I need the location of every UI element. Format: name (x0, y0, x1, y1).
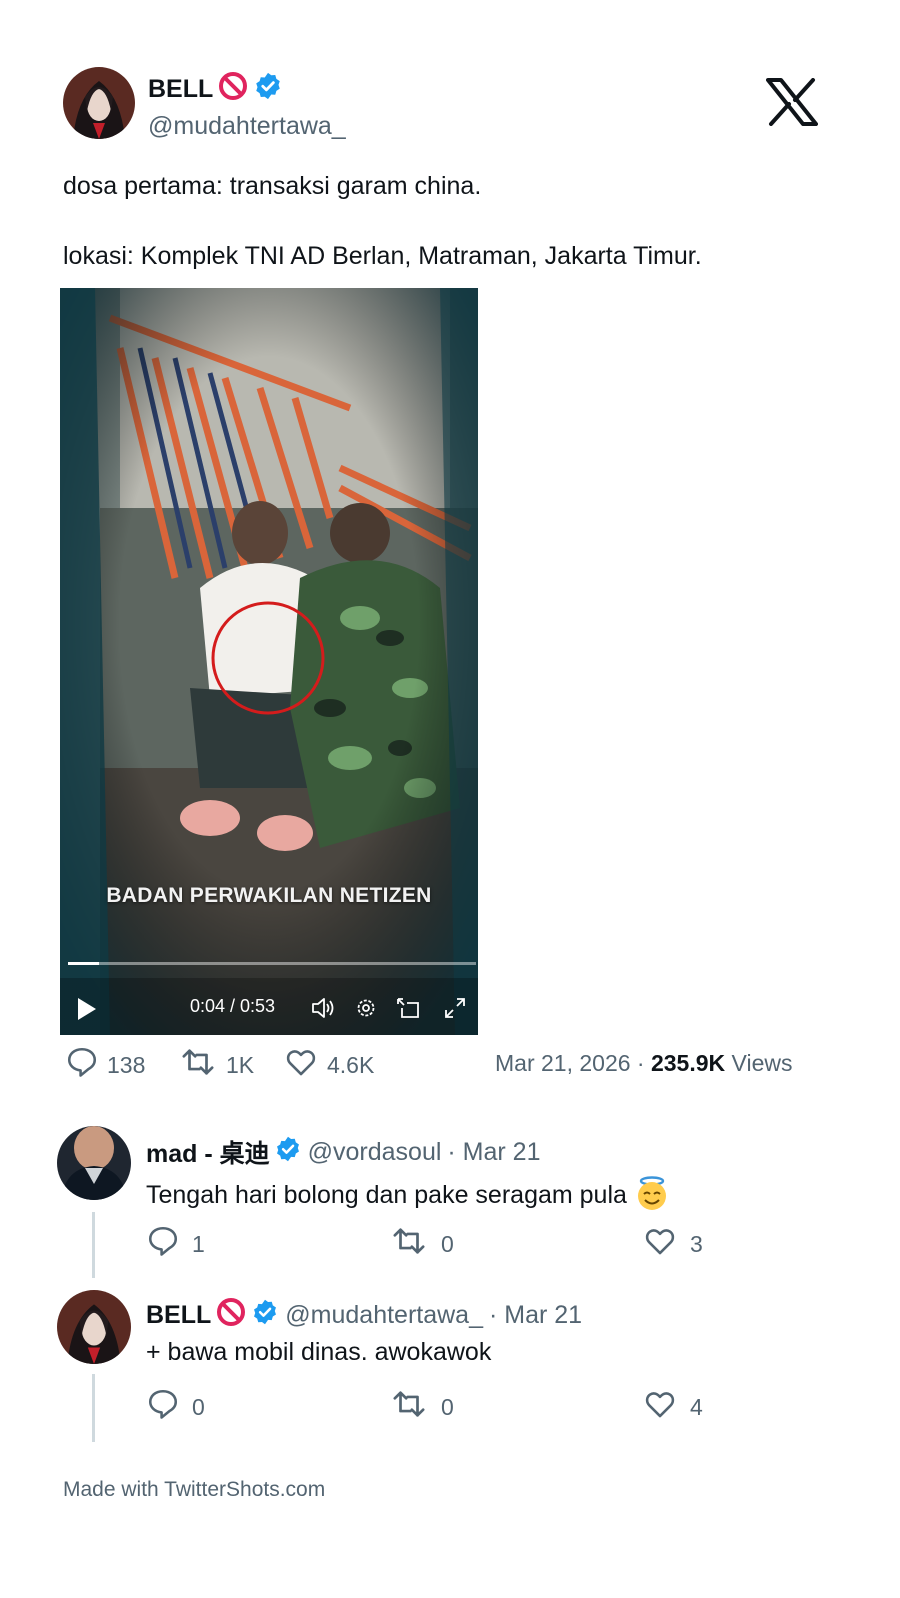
author-handle[interactable]: @mudahtertawa_ (148, 112, 346, 141)
reply-author-name[interactable]: BELL (146, 1296, 279, 1335)
prohibited-icon (215, 1296, 247, 1335)
verified-badge-icon (251, 1298, 279, 1333)
reply-author-name-text: BELL (146, 1301, 212, 1329)
reply-text-content: Tengah hari bolong dan pake seragam pula (146, 1181, 627, 1210)
reply-text: Tengah hari bolong dan pake seragam pula (146, 1175, 670, 1218)
retweet-icon (389, 1387, 429, 1427)
reply-header: mad - 桌迪 @vordasoul · Mar 21 (146, 1134, 541, 1170)
tweet-date[interactable]: Mar 21, 2026 · (495, 1050, 651, 1076)
reply-date[interactable]: · Mar 21 (489, 1301, 582, 1330)
thread-line (92, 1374, 95, 1442)
reply-like-count: 4 (690, 1393, 703, 1420)
reply-retweet-count: 0 (441, 1230, 454, 1257)
reply-author-name-text: mad - 桌迪 (146, 1140, 270, 1168)
reply-reply-count: 1 (192, 1230, 205, 1257)
like-count: 4.6K (327, 1051, 375, 1078)
reply-avatar[interactable] (57, 1290, 131, 1364)
reply-reply-stat[interactable]: 0 (146, 1387, 205, 1427)
reply-avatar[interactable] (57, 1126, 131, 1200)
video-time: 0:04 / 0:53 (190, 996, 276, 1016)
reply-retweet-count: 0 (441, 1393, 454, 1420)
video-caption: BADAN PERWAKILAN NETIZEN (106, 884, 432, 907)
verified-badge-icon (274, 1135, 302, 1170)
retweet-icon (178, 1045, 218, 1085)
like-stat[interactable]: 4.6K (283, 1045, 374, 1085)
reply-icon (146, 1387, 180, 1427)
video-frame (60, 288, 478, 1035)
x-logo-icon[interactable] (766, 78, 818, 131)
reply-author-name[interactable]: mad - 桌迪 (146, 1134, 302, 1170)
reply-like-stat[interactable]: 4 (642, 1387, 703, 1427)
reply-author-handle[interactable]: @mudahtertawa_ (285, 1301, 483, 1330)
retweet-count: 1K (226, 1051, 255, 1078)
views-label: Views (725, 1050, 793, 1076)
volume-icon[interactable] (310, 996, 336, 1025)
smiling-face-with-halo-emoji (634, 1175, 670, 1218)
reply-like-stat[interactable]: 3 (642, 1224, 703, 1264)
settings-icon[interactable] (355, 997, 377, 1024)
retweet-stat[interactable]: 1K (178, 1045, 254, 1085)
tweet-text-line-1: dosa pertama: transaksi garam china. (63, 172, 482, 200)
thread-line (92, 1212, 95, 1278)
reply-icon (146, 1224, 180, 1264)
author-name-row[interactable]: BELL (148, 70, 283, 109)
reply-reply-count: 0 (192, 1393, 205, 1420)
prohibited-icon (217, 70, 249, 109)
reply-retweet-stat[interactable]: 0 (389, 1224, 454, 1264)
reply-header: BELL @mudahtertawa_ · Mar 21 (146, 1296, 582, 1335)
tweet-meta: Mar 21, 2026 · 235.9K Views (495, 1050, 792, 1077)
like-icon (283, 1045, 319, 1085)
reply-text: + bawa mobil dinas. awokawok (146, 1338, 492, 1366)
footer-credit[interactable]: Made with TwitterShots.com (63, 1478, 325, 1502)
author-avatar-image (63, 67, 135, 139)
reply-stat[interactable]: 138 (65, 1045, 145, 1085)
reply-author-handle[interactable]: @vordasoul (308, 1138, 442, 1167)
retweet-icon (389, 1224, 429, 1264)
pip-icon[interactable] (395, 996, 421, 1025)
author-name: BELL (148, 75, 214, 103)
play-icon[interactable] (76, 996, 98, 1027)
author-avatar[interactable] (63, 67, 135, 139)
video-progress-bar[interactable] (68, 962, 476, 965)
reply-retweet-stat[interactable]: 0 (389, 1387, 454, 1427)
reply-count: 138 (107, 1051, 146, 1078)
tweet-text-line-2: lokasi: Komplek TNI AD Berlan, Matraman,… (63, 242, 702, 270)
reply-like-count: 3 (690, 1230, 703, 1257)
reply-date[interactable]: · Mar 21 (447, 1138, 540, 1167)
reply-icon (65, 1045, 99, 1085)
fullscreen-icon[interactable] (443, 996, 467, 1025)
views-count: 235.9K (650, 1050, 726, 1076)
verified-badge-icon (253, 71, 283, 108)
like-icon (642, 1387, 678, 1427)
reply-reply-stat[interactable]: 1 (146, 1224, 205, 1264)
reply-avatar-image (57, 1290, 131, 1364)
reply-avatar-image (57, 1126, 131, 1200)
like-icon (642, 1224, 678, 1264)
video-player[interactable]: BADAN PERWAKILAN NETIZEN 0:04 / 0:53 (60, 288, 478, 1035)
video-progress-fill (68, 962, 99, 965)
